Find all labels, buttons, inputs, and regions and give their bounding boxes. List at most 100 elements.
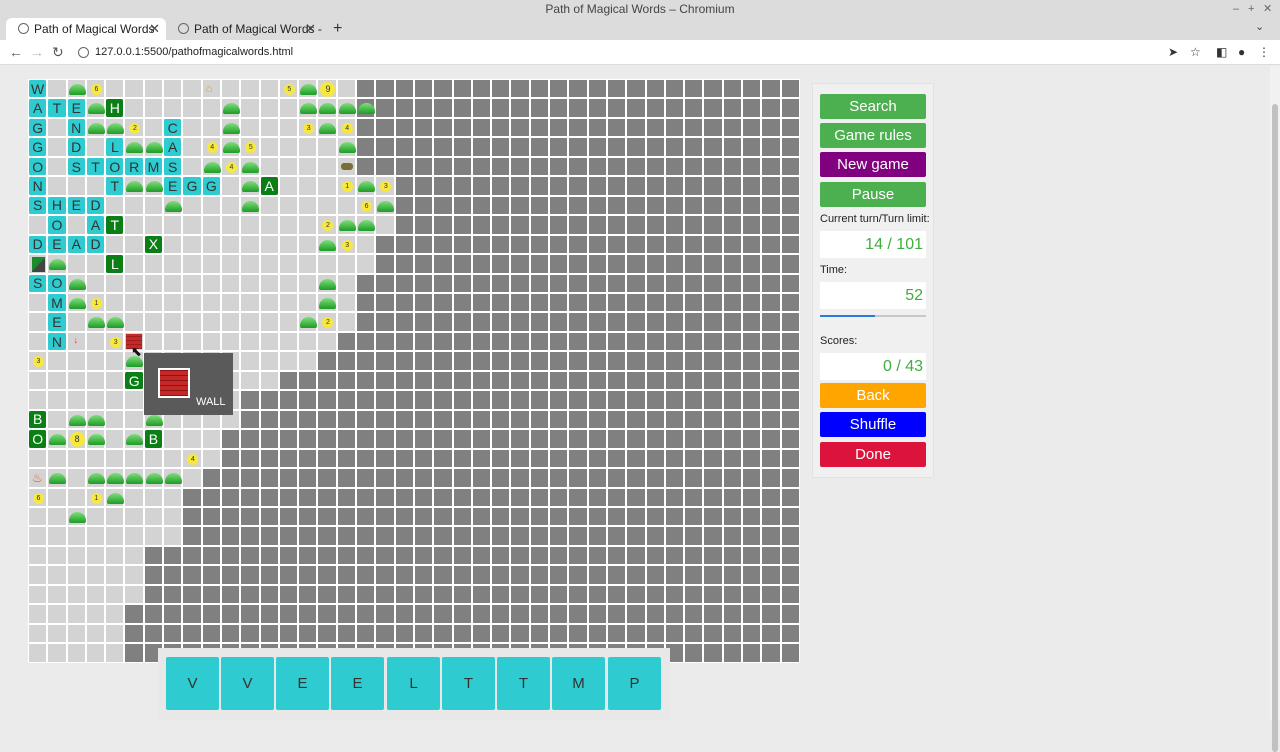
- board-cell[interactable]: [163, 254, 183, 274]
- wall-cell[interactable]: [761, 545, 781, 566]
- wall-cell[interactable]: [336, 526, 357, 546]
- wall-cell[interactable]: [413, 545, 434, 566]
- wall-cell[interactable]: [471, 409, 492, 430]
- wall-cell[interactable]: [163, 623, 183, 644]
- wall-cell[interactable]: [356, 604, 376, 624]
- wall-cell[interactable]: [375, 254, 395, 274]
- board-cell[interactable]: [85, 545, 106, 566]
- wall-cell[interactable]: [549, 584, 569, 605]
- close-tab-icon[interactable]: ✕: [305, 18, 316, 40]
- board-cell[interactable]: 9: [317, 79, 337, 99]
- wall-cell[interactable]: [664, 98, 685, 118]
- wall-cell[interactable]: [684, 545, 704, 566]
- wall-cell[interactable]: [703, 331, 723, 352]
- wall-cell[interactable]: [722, 429, 742, 449]
- wall-cell[interactable]: [587, 292, 607, 313]
- wall-cell[interactable]: [259, 584, 279, 605]
- board-cell[interactable]: [47, 643, 67, 663]
- wall-cell[interactable]: [163, 545, 183, 566]
- wall-cell[interactable]: [259, 429, 279, 449]
- wall-cell[interactable]: [587, 623, 607, 644]
- wall-cell[interactable]: [278, 487, 299, 507]
- wall-cell[interactable]: [491, 526, 511, 546]
- wall-cell[interactable]: [741, 176, 762, 196]
- wall-cell[interactable]: [703, 409, 723, 430]
- wall-cell[interactable]: [703, 526, 723, 546]
- wall-cell[interactable]: [587, 176, 607, 196]
- wall-cell[interactable]: [143, 565, 164, 585]
- wall-cell[interactable]: [722, 623, 742, 644]
- wall-cell[interactable]: [375, 604, 395, 624]
- board-cell[interactable]: [143, 195, 164, 216]
- wall-cell[interactable]: [568, 526, 588, 546]
- board-cell[interactable]: [85, 584, 106, 605]
- wall-cell[interactable]: [722, 468, 742, 488]
- board-cell[interactable]: [105, 117, 125, 138]
- wall-cell[interactable]: [606, 565, 627, 585]
- wall-cell[interactable]: [491, 98, 511, 118]
- board-cell[interactable]: [124, 234, 144, 255]
- board-cell[interactable]: [85, 98, 106, 118]
- wall-cell[interactable]: [413, 273, 434, 293]
- profile-avatar-icon[interactable]: ●: [1238, 44, 1245, 60]
- board-cell[interactable]: [105, 273, 125, 293]
- wall-cell[interactable]: [471, 351, 492, 371]
- wall-cell[interactable]: [471, 79, 492, 99]
- rack-tile[interactable]: M: [552, 657, 605, 710]
- wall-cell[interactable]: [722, 604, 742, 624]
- wall-cell[interactable]: [568, 98, 588, 118]
- board-cell[interactable]: [375, 195, 395, 216]
- wall-cell[interactable]: [722, 506, 742, 527]
- wall-cell[interactable]: [375, 98, 395, 118]
- wall-cell[interactable]: [529, 429, 550, 449]
- wall-cell[interactable]: [298, 448, 318, 469]
- wall-cell[interactable]: [201, 623, 221, 644]
- wall-cell[interactable]: [703, 351, 723, 371]
- wall-cell[interactable]: [722, 487, 742, 507]
- wall-cell[interactable]: [626, 273, 646, 293]
- wall-cell[interactable]: [645, 468, 665, 488]
- wall-cell[interactable]: [664, 409, 685, 430]
- board-cell[interactable]: [105, 643, 125, 663]
- wall-cell[interactable]: [722, 312, 742, 332]
- board-cell[interactable]: [240, 312, 260, 332]
- board-cell[interactable]: [220, 215, 241, 235]
- board-cell[interactable]: [317, 117, 337, 138]
- board-cell[interactable]: 5: [240, 137, 260, 157]
- board-cell[interactable]: [278, 176, 299, 196]
- wall-cell[interactable]: [606, 234, 627, 255]
- board-cell[interactable]: [182, 117, 202, 138]
- wall-cell[interactable]: [298, 584, 318, 605]
- board-cell[interactable]: [240, 98, 260, 118]
- board-cell[interactable]: [85, 176, 106, 196]
- wall-cell[interactable]: [529, 234, 550, 255]
- board-cell[interactable]: [163, 429, 183, 449]
- wall-cell[interactable]: [703, 156, 723, 177]
- wall-cell[interactable]: [761, 98, 781, 118]
- wall-cell[interactable]: [606, 254, 627, 274]
- board-cell[interactable]: [124, 390, 144, 410]
- new-game-button[interactable]: New game: [820, 152, 926, 177]
- wall-cell[interactable]: [317, 429, 337, 449]
- wall-cell[interactable]: [491, 429, 511, 449]
- wall-cell[interactable]: [722, 195, 742, 216]
- board-cell[interactable]: [124, 137, 144, 157]
- wall-cell[interactable]: [587, 545, 607, 566]
- wall-cell[interactable]: [356, 487, 376, 507]
- board-cell[interactable]: [66, 604, 86, 624]
- board-cell[interactable]: [47, 468, 67, 488]
- wall-cell[interactable]: [336, 370, 357, 391]
- wall-cell[interactable]: [394, 176, 414, 196]
- board-cell[interactable]: [278, 254, 299, 274]
- wall-cell[interactable]: [394, 623, 414, 644]
- wall-cell[interactable]: [606, 584, 627, 605]
- wall-cell[interactable]: [780, 448, 800, 469]
- board-cell[interactable]: [336, 273, 357, 293]
- wall-cell[interactable]: [433, 195, 453, 216]
- wall-cell[interactable]: [413, 604, 434, 624]
- wall-cell[interactable]: [259, 468, 279, 488]
- wall-cell[interactable]: [491, 331, 511, 352]
- wall-cell[interactable]: [375, 565, 395, 585]
- wall-cell[interactable]: [529, 487, 550, 507]
- wall-cell[interactable]: [375, 390, 395, 410]
